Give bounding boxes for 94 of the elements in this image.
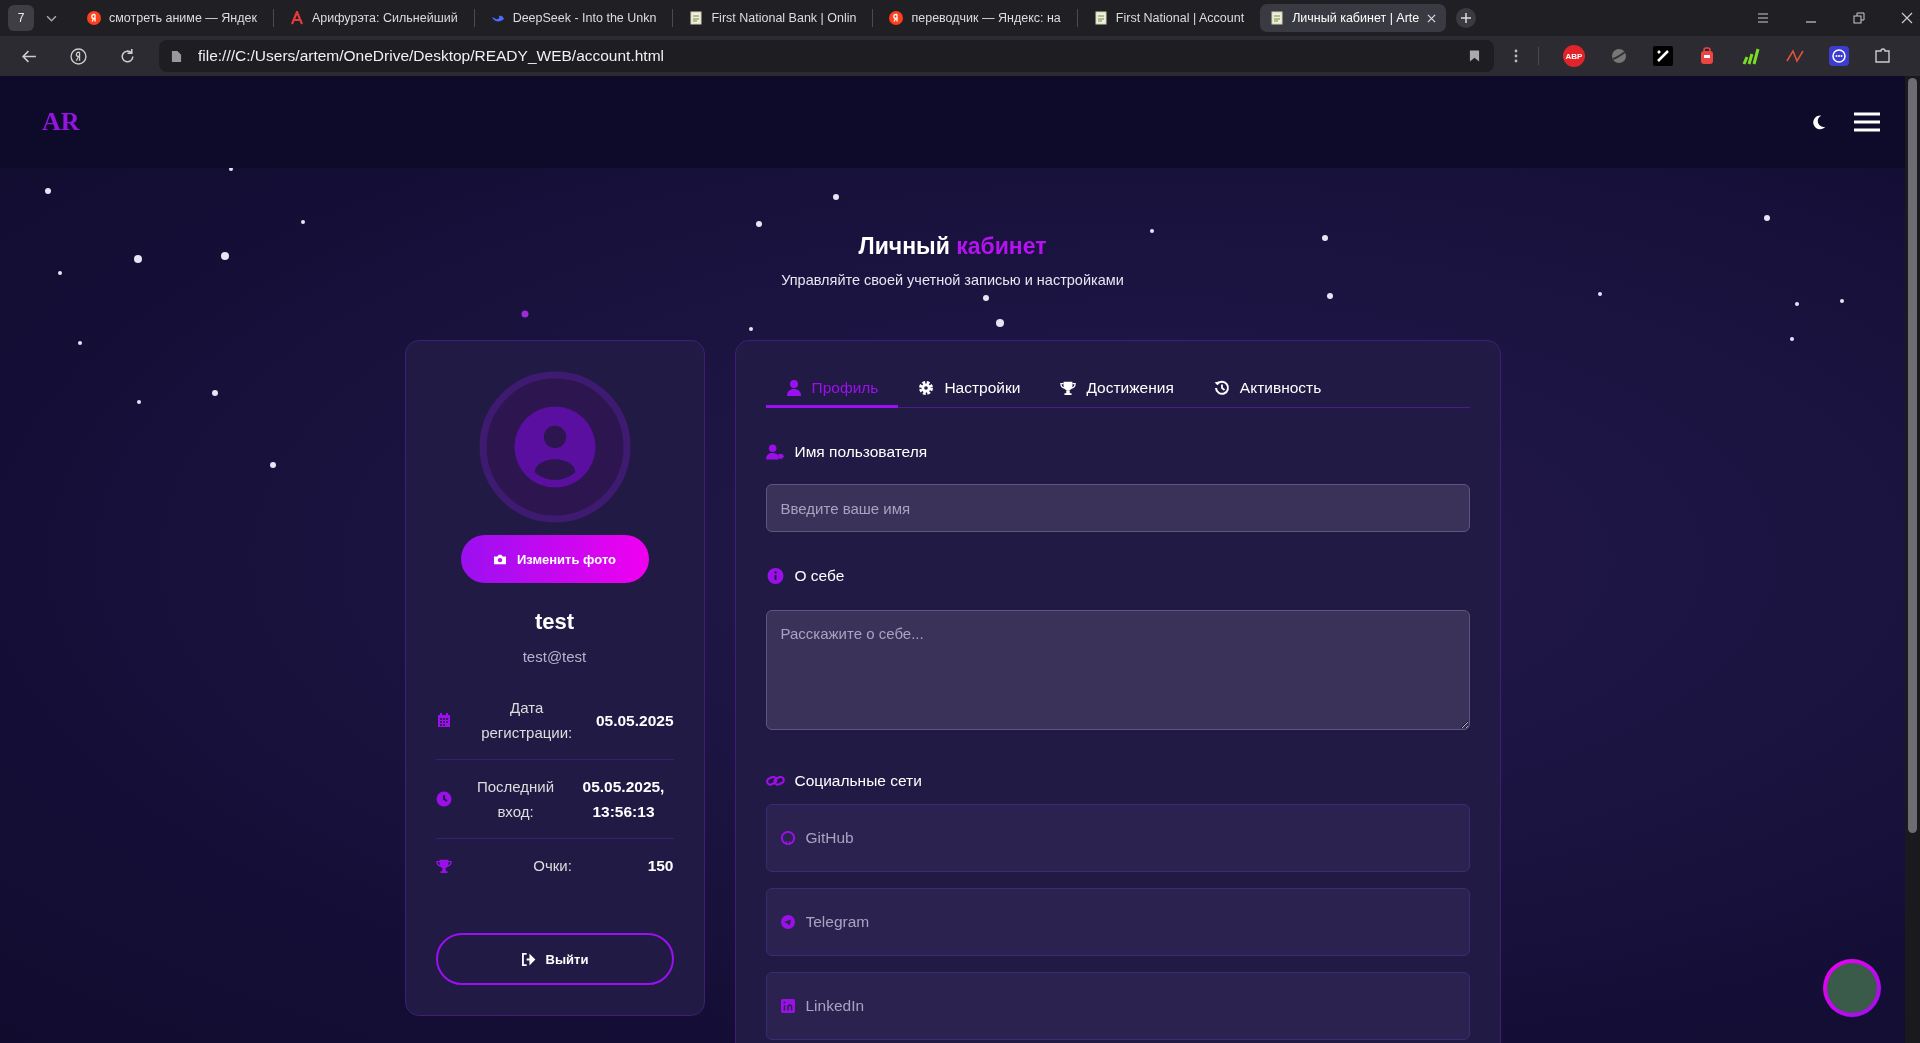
menu-icon[interactable] [1854,112,1880,132]
star-dot [749,327,753,331]
reload-icon[interactable] [119,47,136,65]
link-icon [765,773,785,789]
star-dot [45,188,51,194]
clock-icon [435,791,452,807]
bar-chart-extension-icon[interactable] [1741,46,1761,66]
about-text-area[interactable]: Расскажите о себе... [765,610,1470,730]
social-input-field[interactable]: LinkedIn [765,972,1470,1040]
field-label: Социальные сети [794,772,922,790]
star-dot [1322,235,1328,241]
avatar-placeholder-icon [478,371,631,523]
close-icon[interactable] [1900,11,1914,25]
profile-tab[interactable]: Активность [1193,379,1342,408]
tab-counter[interactable]: 7 [8,5,34,31]
moon-icon[interactable] [1810,113,1827,131]
star-dot [1598,292,1602,296]
stat-value: 05.05.2025, 13:56:13 [581,777,666,822]
browser-tab[interactable]: смотреть аниме — Яндек [77,4,267,32]
field-label: Имя пользователя [794,443,928,461]
star-dot [1840,299,1844,303]
address-bar[interactable]: file:///C:/Users/artem/OneDrive/Desktop/READY_WEB/account.html [159,40,1494,72]
restore-icon[interactable] [1852,11,1866,25]
page-subtitle: Управляйте своей учетной записью и настройками [781,272,1124,288]
globe-extension-icon[interactable] [1609,46,1629,66]
info-icon [765,568,785,584]
user-icon [785,380,802,396]
star-dot [1764,215,1770,221]
stat-label: Очки: [532,856,573,876]
star-dot [833,194,839,200]
trophy-icon [1060,380,1077,396]
yandex-logo-icon [87,11,101,25]
star-dot [521,310,529,318]
history-icon [1213,380,1230,396]
field-label: О себе [794,567,845,585]
stat-label: Последний вход: [475,777,556,822]
stat-value: 05.05.2025 [595,710,674,731]
star-dot [301,220,305,224]
user-name: test [534,609,575,635]
slash-extension-icon[interactable] [1653,46,1673,66]
camera-icon [492,553,507,565]
star-dot [58,271,62,275]
file-icon [171,49,182,63]
star-dot [78,341,82,345]
star-dot [270,462,276,468]
star-dot [212,390,218,396]
close-icon[interactable] [1427,13,1437,23]
star-dot [1790,337,1794,341]
scrollbar[interactable] [1905,76,1920,1043]
new-tab-icon[interactable] [1456,8,1477,28]
bookmark-icon[interactable] [1469,49,1480,63]
more-options-icon[interactable] [1514,48,1518,64]
letter-a-logo-icon [289,11,304,25]
star-dot [1795,302,1799,306]
profile-tab[interactable]: Настройки [898,379,1041,408]
sign-out-icon [520,952,536,966]
gear-icon [918,380,935,396]
calendar-icon [435,712,452,728]
document-icon [689,11,704,25]
chat-extension-icon[interactable] [1829,46,1849,66]
star-dot [221,252,229,260]
user-email: test@test [522,648,587,665]
adblock-extension-button[interactable]: ABP [1563,45,1585,67]
document-icon [1270,11,1285,25]
star-dot [1150,229,1154,233]
browser-tab[interactable]: DeepSeek - Into the Unkn [480,4,667,32]
browser-tab[interactable]: First National | Account [1083,4,1255,32]
trophy-icon [435,857,452,874]
page-title: Личный кабинет [858,233,1047,260]
star-dot [756,221,762,227]
star-dot [996,319,1004,327]
star-dot [1327,293,1333,299]
document-icon [1093,11,1108,25]
star-dot [137,400,141,404]
social-input-field[interactable]: Telegram [765,888,1470,956]
username-input-field[interactable]: Введите ваше имя [765,484,1470,532]
browser-tab[interactable]: First National Bank | Onlin [679,4,867,32]
user-tag-icon [765,444,785,460]
browser-tab[interactable]: Личный кабинет | Arte [1260,4,1447,32]
stat-label: Дата регистрации: [480,698,574,743]
star-dot [134,255,142,263]
browser-tab[interactable]: Арифурэта: Сильнейший [279,4,468,32]
browser-tab[interactable]: переводчик — Яндекс: на [879,4,1071,32]
change-photo-button[interactable]: Изменить фото [460,535,649,583]
chat-avatar-button[interactable] [1823,959,1881,1017]
yandex-circle-icon[interactable] [70,47,87,65]
social-input-field[interactable]: GitHub [765,804,1470,872]
star-dot [983,295,989,301]
extensions-icon[interactable] [1873,46,1893,66]
logout-button[interactable]: Выйти [435,933,674,985]
stat-value: 150 [647,856,674,876]
profile-tab[interactable]: Достижения [1040,379,1194,408]
yandex-logo-icon [889,11,904,25]
chevron-down-icon[interactable] [46,14,57,22]
